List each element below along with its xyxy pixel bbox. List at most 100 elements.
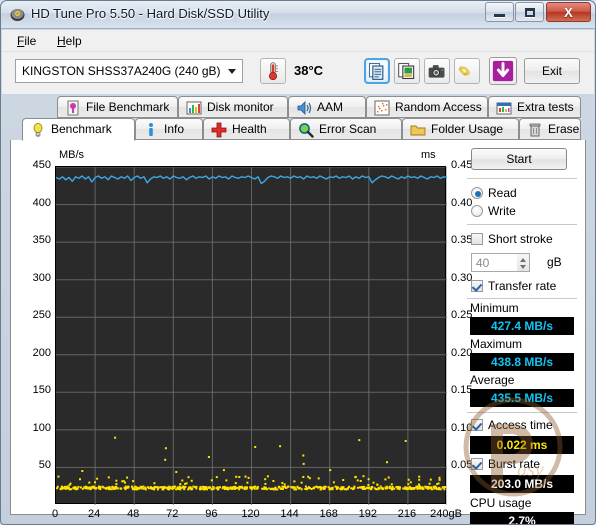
disk-monitor-icon (186, 101, 202, 115)
title-bar: HD Tune Pro 5.50 - Hard Disk/SSD Utility… (1, 1, 595, 29)
minimize-icon (486, 3, 513, 21)
folder-link-button[interactable] (454, 58, 480, 84)
benchmark-chart: MB/s ms 50 100 150 200 250 300 350 400 450 0.05 0… (17, 146, 473, 524)
tab-info[interactable]: Info (135, 118, 203, 140)
health-cross-icon (211, 122, 227, 138)
x-tick-label: 168 (319, 508, 338, 520)
checkbox-access-time-label: Access time (488, 418, 553, 432)
exit-button-label: Exit (541, 64, 562, 78)
close-button[interactable]: X (546, 2, 591, 22)
x-tick-label: 48 (127, 508, 140, 520)
download-button[interactable] (489, 57, 517, 85)
short-stroke-value: 40 (476, 256, 490, 270)
y-tick-label: 150 (32, 384, 51, 397)
folder-icon (410, 125, 426, 136)
y-tick-label: 450 (32, 159, 51, 171)
tab-label: Info (164, 122, 185, 136)
lightbulb-icon (33, 122, 43, 137)
x-tick-label: 96 (205, 508, 218, 520)
y-tick-label: 200 (32, 346, 51, 359)
short-stroke-stepper[interactable] (517, 253, 530, 272)
burst-rate-value: 203.0 MB/s (470, 475, 574, 493)
tab-folder-usage[interactable]: Folder Usage (402, 118, 519, 140)
screenshot-camera-icon (428, 65, 445, 78)
menu-bar: File Help (2, 30, 594, 52)
download-arrow-icon (492, 60, 514, 82)
tab-error-scan[interactable]: Error Scan (290, 118, 402, 140)
tab-benchmark[interactable]: Benchmark (22, 118, 135, 141)
maximize-button[interactable] (515, 2, 544, 22)
screenshot-button[interactable] (424, 58, 450, 84)
y2-axis-label: ms (421, 149, 436, 161)
tab-erase[interactable]: Erase (519, 118, 581, 140)
checkbox-burst-rate-mark (471, 458, 483, 470)
trash-icon (529, 123, 541, 137)
radio-read-label: Read (488, 186, 517, 200)
x-tick-label: 192 (358, 508, 377, 520)
thermometer-icon (268, 62, 278, 81)
control-panel: Start Read Write Short stroke 40 gB Tran… (467, 146, 579, 524)
access-time-value: 0.022 ms (470, 436, 574, 454)
maximum-value: 438.8 MB/s (470, 353, 574, 371)
y-tick-label: 300 (32, 271, 51, 284)
info-icon (149, 123, 153, 136)
radio-write-mark (471, 205, 483, 217)
x-tick-label: 144 (280, 508, 299, 520)
tab-aam[interactable]: AAM (288, 96, 366, 118)
exit-button[interactable]: Exit (524, 58, 580, 84)
copy-text-button[interactable] (364, 58, 390, 84)
cpu-usage-label: CPU usage (470, 496, 532, 510)
start-button-label: Start (506, 152, 532, 166)
x-tick-label: 24 (87, 508, 101, 520)
checkbox-short-stroke-mark (471, 233, 483, 245)
toolbar: KINGSTON SHSS37A240G (240 gB) 38°C Exit (2, 52, 594, 94)
tab-disk-monitor[interactable]: Disk monitor (178, 96, 288, 118)
x-tick-label: 120 (241, 508, 260, 520)
minimum-value: 427.4 MB/s (470, 317, 574, 335)
average-value: 435.5 MB/s (470, 389, 574, 407)
tab-label: Folder Usage (431, 122, 504, 136)
device-dropdown[interactable]: KINGSTON SHSS37A240G (240 gB) (15, 59, 243, 83)
checkbox-transfer-rate-label: Transfer rate (488, 279, 557, 293)
radio-write-label: Write (488, 204, 516, 218)
maximize-icon (516, 3, 543, 21)
plot-area (55, 166, 447, 505)
tab-extra-tests[interactable]: Extra tests (488, 96, 581, 118)
minimize-button[interactable] (485, 2, 514, 22)
file-benchmark-icon (67, 100, 79, 116)
cpu-usage-value: 2.7% (470, 512, 574, 524)
menu-help[interactable]: Help (50, 33, 89, 49)
tab-file-benchmark[interactable]: File Benchmark (57, 96, 178, 118)
hd-tune-window: HD Tune Pro 5.50 - Hard Disk/SSD Utility… (0, 0, 596, 525)
tab-health[interactable]: Health (203, 118, 290, 140)
menu-file[interactable]: File (10, 33, 43, 49)
x-tick-label: 0 (51, 508, 59, 520)
tab-label: Health (232, 122, 267, 136)
copy-text-icon (368, 62, 384, 80)
minimum-label: Minimum (470, 301, 519, 315)
start-button[interactable]: Start (471, 148, 567, 170)
tab-row-top: File Benchmark Disk monitor AAM Random A… (2, 96, 594, 118)
speaker-icon (297, 101, 312, 115)
copy-image-button[interactable] (394, 58, 420, 84)
tab-random-access[interactable]: Random Access (366, 96, 488, 118)
tab-label: Random Access (395, 100, 482, 114)
checkbox-access-time-mark (471, 419, 483, 431)
temperature-value: 38°C (294, 63, 324, 78)
tab-label: Extra tests (517, 100, 574, 114)
device-dropdown-value: KINGSTON SHSS37A240G (240 gB) (22, 64, 221, 78)
short-stroke-unit: gB (547, 255, 562, 269)
tab-area: File Benchmark Disk monitor AAM Random A… (2, 96, 594, 524)
magnifier-icon (299, 123, 314, 138)
chevron-down-icon (228, 69, 236, 74)
hdtune-app-icon (10, 9, 25, 21)
tab-row-bottom: Benchmark Info Health Error Scan Folder … (2, 118, 594, 141)
y-tick-label: 50 (38, 459, 51, 472)
checkbox-transfer-rate-mark (471, 280, 483, 292)
y-tick-label: 400 (32, 196, 51, 209)
stepper-up-icon (520, 258, 526, 262)
x-tick-label: 240gB (430, 508, 462, 520)
random-access-icon (374, 100, 390, 116)
y-tick-label: 250 (32, 309, 51, 322)
thermometer-button[interactable] (260, 58, 286, 84)
